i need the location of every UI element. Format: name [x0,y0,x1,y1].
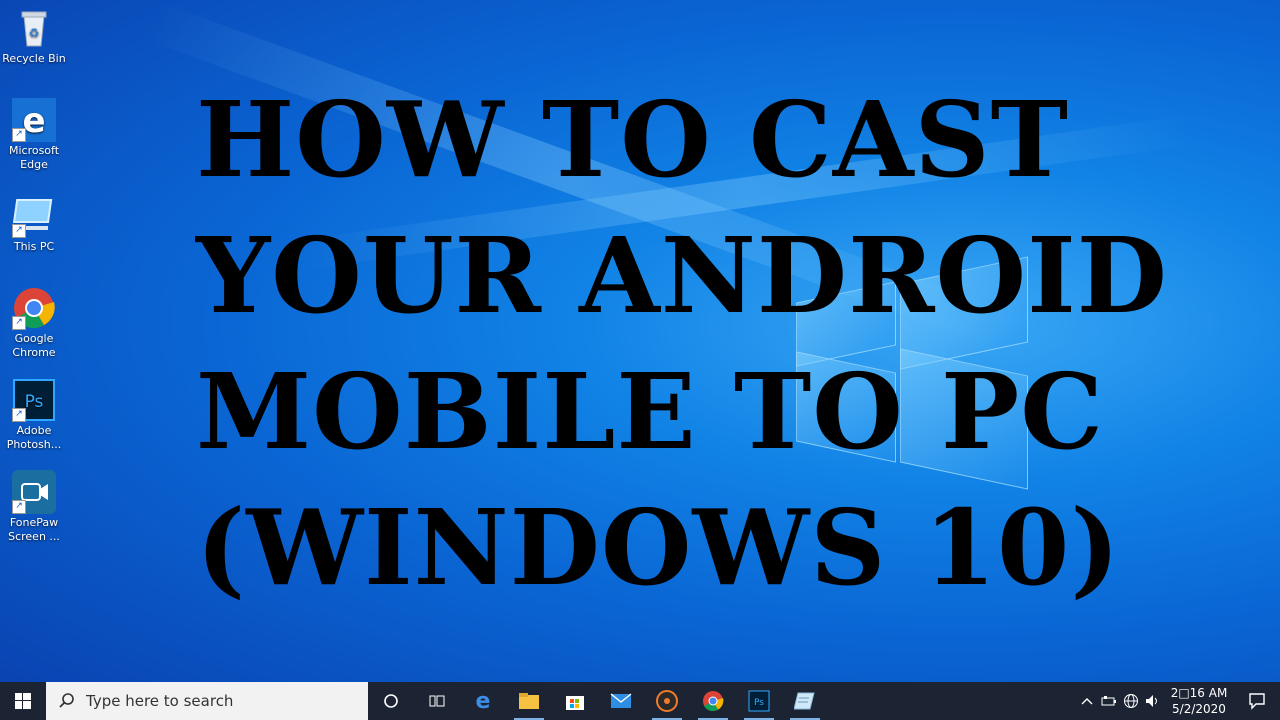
recycle-bin-icon: ♻ [12,6,56,50]
shortcut-arrow-icon: ↗ [12,500,26,514]
notification-icon [1249,693,1265,710]
show-hidden-icons-button[interactable] [1076,682,1098,720]
desktop-icon-fonepaw[interactable]: ↗ FonePaw Screen ... [2,470,66,544]
taskbar-store[interactable] [552,682,598,720]
edge-icon: e ↗ [12,98,56,142]
mail-icon [610,693,632,708]
cortana-icon [384,694,398,708]
taskbar-search-box[interactable]: Type here to search [46,682,368,720]
clock-time: 2□16 AM [1170,686,1228,700]
task-view-button[interactable] [414,682,460,720]
svg-text:e: e [476,690,491,712]
search-placeholder: Type here to search [86,692,234,710]
desktop-icon-label: Microsoft Edge [8,144,60,171]
taskbar-photoshop[interactable]: Ps [736,682,782,720]
desktop-icon-chrome[interactable]: ↗ Google Chrome [2,286,66,360]
taskbar-mail[interactable] [598,682,644,720]
shortcut-arrow-icon: ↗ [12,408,26,422]
clock-date: 5/2/2020 [1172,702,1226,716]
chrome-icon [703,691,724,712]
desktop-icon-recycle-bin[interactable]: ♻ Recycle Bin [2,6,66,66]
chrome-icon: ↗ [12,286,56,330]
action-center-button[interactable] [1234,682,1280,720]
edge-icon: e [476,690,491,712]
taskbar-clock[interactable]: 2□16 AM 5/2/2020 [1164,685,1234,717]
taskbar-notepad[interactable] [782,682,828,720]
desktop-icon-label: Adobe Photosh... [6,424,62,451]
volume-button[interactable] [1142,682,1164,720]
speaker-icon [1146,695,1157,707]
desktop-icon-label: Google Chrome [12,332,56,359]
file-explorer-icon [519,693,539,709]
svg-text:♻: ♻ [29,26,40,40]
desktop-icon-photoshop[interactable]: Ps ↗ Adobe Photosh... [2,378,66,452]
desktop-icon-label: This PC [13,240,55,253]
system-tray: 2□16 AM 5/2/2020 [1076,682,1280,720]
taskbar: Type here to search e Ps 2□16 AM 5/2/202… [0,682,1280,720]
taskbar-chrome[interactable] [690,682,736,720]
taskbar-media-player[interactable] [644,682,690,720]
store-icon [566,696,584,710]
desktop-icon-edge[interactable]: e ↗ Microsoft Edge [2,98,66,172]
chevron-up-icon [1081,698,1093,705]
photoshop-icon: Ps ↗ [12,378,56,422]
globe-icon [1124,694,1138,708]
cortana-button[interactable] [368,682,414,720]
task-view-icon [429,695,445,707]
photoshop-icon: Ps [748,690,770,712]
windows-start-icon [15,693,31,709]
svg-text:Ps: Ps [25,392,44,412]
shortcut-arrow-icon: ↗ [12,316,26,330]
network-button[interactable] [1120,682,1142,720]
shortcut-arrow-icon: ↗ [12,224,26,238]
desktop-icon-this-pc[interactable]: ↗ This PC [2,194,66,254]
search-icon [59,693,74,708]
media-player-icon [656,690,678,712]
desktop: ♻ Recycle Bin e ↗ Microsoft Edge ↗ This … [0,0,1280,682]
video-title-overlay: HOW TO CAST YOUR ANDROID MOBILE TO PC (W… [196,78,1168,609]
start-button[interactable] [0,682,46,720]
fonepaw-icon: ↗ [12,470,56,514]
desktop-icon-label: FonePaw Screen ... [8,516,60,543]
this-pc-icon: ↗ [12,194,56,238]
battery-button[interactable] [1098,682,1120,720]
svg-text:Ps: Ps [754,698,764,708]
notepad-icon [794,692,815,710]
desktop-icon-label: Recycle Bin [2,52,66,65]
battery-icon [1101,696,1116,706]
taskbar-edge[interactable]: e [460,682,506,720]
shortcut-arrow-icon: ↗ [12,128,26,142]
taskbar-file-explorer[interactable] [506,682,552,720]
